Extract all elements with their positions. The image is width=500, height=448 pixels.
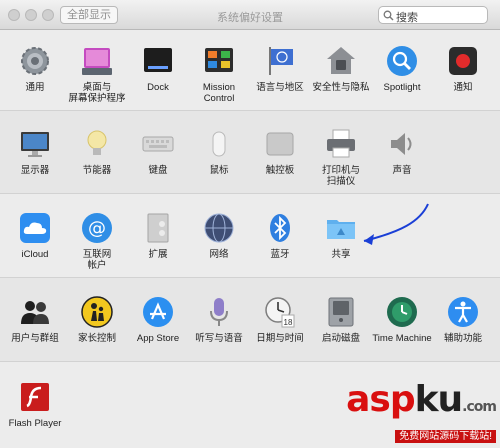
- watermark-main: asp: [346, 379, 415, 420]
- watermark-sub: 免费网站源码下载站!: [395, 430, 496, 443]
- watermark-tld: .com: [462, 399, 497, 415]
- site-watermark: aspku.com 免费网站源码下载站!: [346, 379, 497, 444]
- watermark-k: ku: [414, 379, 464, 420]
